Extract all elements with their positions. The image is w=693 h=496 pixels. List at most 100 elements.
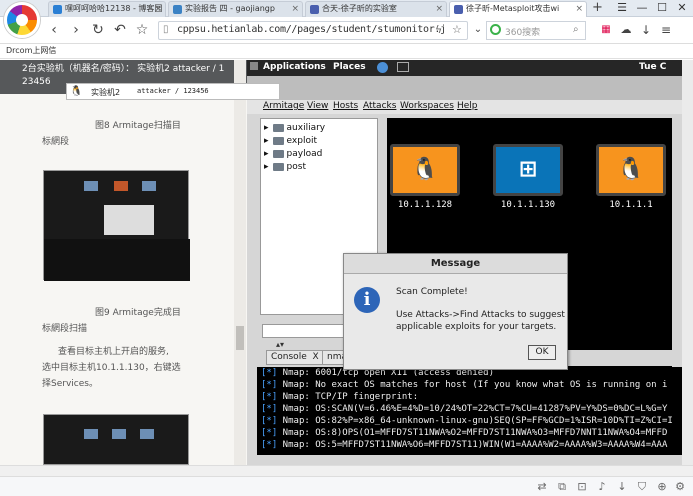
monitor-icon: 🐧 [390, 144, 460, 196]
shield-icon [454, 5, 463, 14]
bookmark-drcom[interactable]: Drcom上网信 [6, 45, 56, 56]
close-icon[interactable]: × [435, 2, 443, 16]
host-ip: 10.1.1.128 [397, 200, 453, 210]
apps-grid-icon[interactable]: ▦ [598, 22, 614, 38]
tree-item-exploit[interactable]: ▸ exploit [264, 136, 317, 146]
forward-icon[interactable]: › [68, 22, 84, 38]
tab-title: 合天-徐子昕的实验室 [322, 4, 397, 13]
thumb-console [44, 239, 190, 281]
status-bar: ⇄ ⧉ ⊡ ♪ ↓ ⛉ ⊕ ⚙ [0, 476, 693, 496]
article-paragraph: 选中目标主机10.1.1.130，右键选 [42, 363, 181, 373]
close-icon[interactable]: × [575, 2, 583, 16]
undo-icon[interactable]: ↶ [112, 22, 128, 38]
collapse-arrows-icon[interactable]: ▴▾ [276, 340, 284, 349]
bookmark-bar: Drcom上网信 [0, 44, 693, 59]
capture-icon[interactable]: ⊡ [575, 480, 589, 494]
thumb-host-icon [84, 181, 98, 191]
shield-icon [310, 5, 319, 14]
vm-credentials: attacker / 123456 [137, 87, 209, 95]
header-line: 2台实验机（机器名/密码）： 实验机2 attacker / 1 [22, 64, 225, 74]
tree-item-auxiliary[interactable]: ▸ auxiliary [264, 123, 325, 133]
settings-icon[interactable]: ⚙ [673, 480, 687, 494]
star-icon[interactable]: ☆ [134, 22, 150, 38]
minimize-button[interactable]: — [632, 0, 652, 16]
download-icon[interactable]: ↓ [638, 22, 654, 38]
menu-attacks[interactable]: Attacks [363, 101, 396, 111]
back-icon[interactable]: ‹ [46, 22, 62, 38]
terminal-icon[interactable] [397, 62, 409, 72]
window-header [247, 76, 682, 100]
bookmark-star-icon[interactable]: ☆ [452, 23, 462, 36]
armitage-menu-bar: Armitage View Hosts Attacks Workspaces H… [247, 100, 682, 114]
host-10-1-1-130[interactable]: ⊞ 10.1.1.130 [490, 144, 566, 210]
more-icon[interactable]: ≡ [658, 22, 674, 38]
tab-metasploit[interactable]: 徐子昕-Metasploit攻击wi × [449, 1, 587, 17]
folder-icon [272, 123, 284, 132]
vm-label: 实验机2 [91, 88, 121, 97]
vm-credentials-popup: 🐧 实验机2 attacker / 123456 [66, 83, 280, 100]
thumb-host-icon [140, 429, 154, 439]
figure-9-image [43, 414, 189, 465]
thumb-host-icon [142, 181, 156, 191]
scrollbar-thumb[interactable] [236, 326, 244, 350]
right-scrollbar[interactable] [682, 60, 693, 465]
menu-hosts[interactable]: Hosts [333, 101, 358, 111]
dialog-message: applicable exploits for your targets. [396, 322, 557, 332]
page-info-icon[interactable]: ▯ [163, 24, 169, 35]
url-text: cppsu.hetianlab.com//pages/student/stumo… [177, 24, 446, 35]
menu-workspaces[interactable]: Workspaces [400, 101, 454, 111]
horizontal-scrollbar[interactable] [0, 465, 693, 476]
places-menu[interactable]: Places [333, 62, 366, 72]
chevron-down-icon[interactable]: ⌄ [470, 22, 486, 38]
cloud-icon[interactable]: ☁ [618, 22, 634, 38]
search-icon[interactable]: ⌕ [573, 24, 579, 35]
zoom-icon[interactable]: ⊕ [655, 480, 669, 494]
console-line: [*] Nmap: TCP/IP fingerprint: [261, 392, 419, 402]
search-input[interactable]: 360搜索 ⌕ [486, 21, 586, 40]
dialog-title: Message [344, 254, 567, 274]
tab-console[interactable]: Console X [266, 350, 324, 365]
reload-icon[interactable]: ↻ [90, 22, 106, 38]
close-window-button[interactable]: ✕ [672, 0, 692, 16]
tree-item-post[interactable]: ▸ post [264, 162, 306, 172]
menu-view[interactable]: View [307, 101, 328, 111]
close-icon[interactable]: × [291, 2, 299, 16]
tree-item-payload[interactable]: ▸ payload [264, 149, 322, 159]
ok-button[interactable]: OK [528, 345, 556, 360]
tab-cnblogs[interactable]: 嘿呵呵哈哈12138 - 博客园 × [48, 1, 166, 17]
tab-report[interactable]: 实验报告 四 - gaojiangp × [168, 1, 303, 17]
clock: Tue C [639, 62, 667, 72]
console-output[interactable]: [*] Nmap: 6001/tcp open X11 (access deni… [257, 367, 682, 455]
article-pane: 2台实验机（机器名/密码）： 实验机2 attacker / 1 23456 图… [0, 60, 247, 465]
linux-icon: 🐧 [617, 157, 645, 182]
info-icon: i [354, 287, 380, 313]
address-bar[interactable]: ▯ cppsu.hetianlab.com//pages/student/stu… [158, 21, 468, 40]
thumb-dialog [104, 205, 154, 235]
menu-icon[interactable]: ☰ [612, 0, 632, 16]
lightning-icon[interactable]: ϟ [435, 23, 442, 36]
shield-icon[interactable]: ⛉ [635, 480, 649, 494]
new-tab-button[interactable]: + [592, 0, 603, 15]
figure-caption: 图8 Armitage扫描目 [95, 121, 181, 131]
host-10-1-1-128[interactable]: 🐧 10.1.1.128 [387, 144, 463, 210]
close-icon[interactable]: X [312, 352, 318, 362]
menu-help[interactable]: Help [457, 101, 478, 111]
host-ip: 10.1.1.130 [500, 200, 556, 210]
translate-icon[interactable]: ⇄ [535, 480, 549, 494]
thumb-host-icon [114, 181, 128, 191]
figure-caption: 标網段 [42, 137, 70, 147]
download-icon[interactable]: ↓ [615, 480, 629, 494]
host-10-1-1-1[interactable]: 🐧 10.1.1.1 [593, 144, 669, 210]
screenshot-icon[interactable]: ⧉ [555, 480, 569, 494]
dialog-message: Scan Complete! [396, 287, 468, 297]
panel-icon [250, 62, 258, 70]
close-icon[interactable]: × [154, 2, 162, 16]
globe-icon[interactable] [377, 62, 388, 73]
applications-menu[interactable]: Applications [263, 62, 326, 72]
host-ip: 10.1.1.1 [609, 200, 653, 210]
tab-hetian-lab[interactable]: 合天-徐子昕的实验室 × [305, 1, 447, 17]
article-scrollbar[interactable] [234, 60, 246, 465]
maximize-button[interactable]: ☐ [652, 0, 672, 16]
sound-icon[interactable]: ♪ [595, 480, 609, 494]
menu-armitage[interactable]: Armitage [263, 101, 304, 111]
